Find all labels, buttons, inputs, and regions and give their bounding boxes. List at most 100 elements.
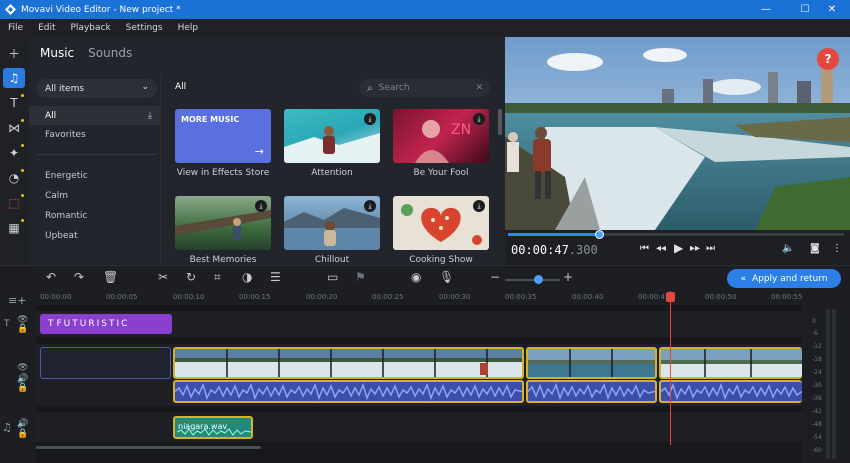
crop-icon[interactable]: ⌗ bbox=[214, 270, 221, 285]
time-fraction: .300 bbox=[568, 243, 598, 257]
double-chevron-left-icon: « bbox=[740, 273, 746, 284]
category-calm[interactable]: Calm bbox=[45, 191, 68, 201]
next-frame-icon[interactable]: ▸▸ bbox=[690, 243, 700, 254]
skip-end-icon[interactable]: ⏭ bbox=[706, 243, 715, 254]
audio-clip[interactable] bbox=[659, 380, 802, 403]
ruler-label: 00:00:15 bbox=[239, 293, 271, 301]
download-icon[interactable]: ⤓ bbox=[255, 200, 267, 212]
titles-icon[interactable]: T bbox=[3, 93, 25, 113]
zoom-out-icon[interactable]: − bbox=[490, 270, 500, 284]
menu-file[interactable]: File bbox=[8, 23, 23, 33]
audio-clip[interactable] bbox=[173, 380, 524, 403]
menu-edit[interactable]: Edit bbox=[38, 23, 55, 33]
volume-icon[interactable]: 🔊 bbox=[17, 419, 28, 429]
timeline-ruler[interactable] bbox=[36, 291, 802, 305]
effects-icon[interactable]: ✦ bbox=[3, 143, 25, 163]
music-track-icon: ♫ bbox=[2, 421, 12, 434]
download-all-icon[interactable]: ⤓ bbox=[148, 111, 152, 121]
record-icon[interactable]: ◉ bbox=[411, 270, 421, 284]
prev-frame-icon[interactable]: ◂◂ bbox=[656, 243, 666, 254]
more-options-icon[interactable]: ⋮ bbox=[832, 243, 842, 254]
apply-and-return-button[interactable]: « Apply and return bbox=[727, 269, 841, 288]
rotate-icon[interactable]: ↻ bbox=[186, 270, 196, 284]
lock-icon[interactable]: 🔒 bbox=[17, 383, 28, 393]
category-favorites[interactable]: Favorites bbox=[45, 130, 86, 140]
track-thumb[interactable]: ZN ⤓ bbox=[393, 109, 489, 163]
download-icon[interactable]: ⤓ bbox=[473, 200, 485, 212]
color-adjust-icon[interactable]: ◑ bbox=[242, 270, 252, 284]
clear-search-icon[interactable]: ✕ bbox=[475, 83, 483, 93]
track-thumb[interactable]: ⤓ bbox=[284, 109, 380, 163]
microphone-icon[interactable]: 🎙 bbox=[439, 270, 454, 284]
zoom-in-icon[interactable]: + bbox=[563, 270, 573, 284]
zoom-slider-handle[interactable] bbox=[534, 275, 543, 284]
music-waveform bbox=[177, 428, 251, 436]
music-clip[interactable]: niagara.wav bbox=[173, 416, 253, 439]
close-icon[interactable]: ✕ bbox=[812, 0, 850, 19]
timeline-scrollbar[interactable] bbox=[36, 446, 261, 449]
transitions-icon[interactable]: ⋈ bbox=[3, 118, 25, 138]
undo-icon[interactable]: ↶ bbox=[46, 270, 56, 284]
lock-icon[interactable]: 🔒 bbox=[17, 324, 28, 334]
playhead-handle[interactable] bbox=[666, 292, 675, 302]
volume-icon[interactable]: 🔈 bbox=[782, 243, 794, 254]
menu-settings[interactable]: Settings bbox=[126, 23, 163, 33]
track-thumb[interactable]: ⤓ bbox=[284, 196, 380, 250]
video-clip[interactable] bbox=[173, 347, 524, 379]
category-energetic[interactable]: Energetic bbox=[45, 171, 88, 181]
category-filter-select[interactable]: All items ⌄ bbox=[36, 79, 157, 98]
snapshot-icon[interactable]: ◙ bbox=[810, 243, 820, 254]
stickers-icon[interactable]: ◔ bbox=[3, 168, 25, 188]
track-thumb[interactable]: ⤓ bbox=[393, 196, 489, 250]
category-all[interactable]: All ⤓ bbox=[29, 106, 160, 125]
clip-properties-icon[interactable]: ☰ bbox=[270, 270, 281, 284]
category-divider bbox=[37, 154, 157, 155]
tab-music[interactable]: Music bbox=[40, 46, 74, 60]
playhead[interactable] bbox=[670, 291, 671, 445]
empty-video-clip[interactable] bbox=[40, 347, 171, 379]
add-track-icon[interactable]: ≡+ bbox=[8, 294, 26, 307]
delete-icon[interactable]: 🗑 bbox=[103, 270, 118, 284]
add-icon[interactable]: ＋ bbox=[3, 43, 25, 63]
tab-sounds[interactable]: Sounds bbox=[88, 46, 132, 60]
track-thumb[interactable]: ⤓ bbox=[175, 196, 271, 250]
audio-waveform bbox=[175, 382, 522, 401]
play-icon[interactable]: ▶ bbox=[674, 241, 683, 255]
filters-icon[interactable]: ⬚ bbox=[3, 193, 25, 213]
category-romantic[interactable]: Romantic bbox=[45, 211, 87, 221]
ruler-label: 00:00:55 bbox=[771, 293, 803, 301]
video-clip[interactable] bbox=[659, 347, 802, 379]
more-music-tile[interactable]: MORE MUSIC → bbox=[175, 109, 271, 163]
zoom-slider[interactable] bbox=[505, 279, 560, 281]
search-input[interactable]: ⌕ Search ✕ bbox=[359, 79, 490, 97]
music-icon[interactable]: ♫ bbox=[3, 68, 25, 88]
menu-playback[interactable]: Playback bbox=[71, 23, 111, 33]
track-label: Attention bbox=[311, 168, 353, 178]
download-icon[interactable]: ⤓ bbox=[364, 200, 376, 212]
lock-icon[interactable]: 🔒 bbox=[17, 429, 28, 439]
playback-progress[interactable] bbox=[508, 233, 844, 236]
audio-waveform bbox=[661, 382, 802, 401]
download-icon[interactable]: ⤓ bbox=[364, 113, 376, 125]
chevron-down-icon: ⌄ bbox=[141, 82, 149, 92]
video-clip[interactable] bbox=[526, 347, 657, 379]
redo-icon[interactable]: ↷ bbox=[74, 270, 84, 284]
audio-clip[interactable] bbox=[526, 380, 657, 403]
more-tools-icon[interactable]: ▦ bbox=[3, 218, 25, 238]
playback-scrubber[interactable] bbox=[595, 230, 604, 239]
download-icon[interactable]: ⤓ bbox=[473, 113, 485, 125]
skip-start-icon[interactable]: ⏮ bbox=[640, 243, 649, 254]
marker-icon[interactable]: ⚑ bbox=[355, 270, 366, 284]
cut-icon[interactable]: ✂ bbox=[158, 270, 168, 284]
visibility-icon[interactable]: 👁 bbox=[17, 363, 28, 373]
vu-label: 0 bbox=[812, 318, 816, 325]
help-button[interactable]: ? bbox=[817, 48, 839, 70]
menu-help[interactable]: Help bbox=[178, 23, 199, 33]
menu-bar: File Edit Playback Settings Help bbox=[0, 19, 850, 37]
overlay-icon[interactable]: ▭ bbox=[327, 270, 338, 284]
category-upbeat[interactable]: Upbeat bbox=[45, 231, 78, 241]
video-preview[interactable] bbox=[505, 37, 850, 230]
minimize-icon[interactable]: — bbox=[746, 0, 786, 19]
title-clip[interactable]: T FUTURISTIC bbox=[40, 314, 172, 334]
panel-scrollbar[interactable] bbox=[498, 109, 502, 135]
